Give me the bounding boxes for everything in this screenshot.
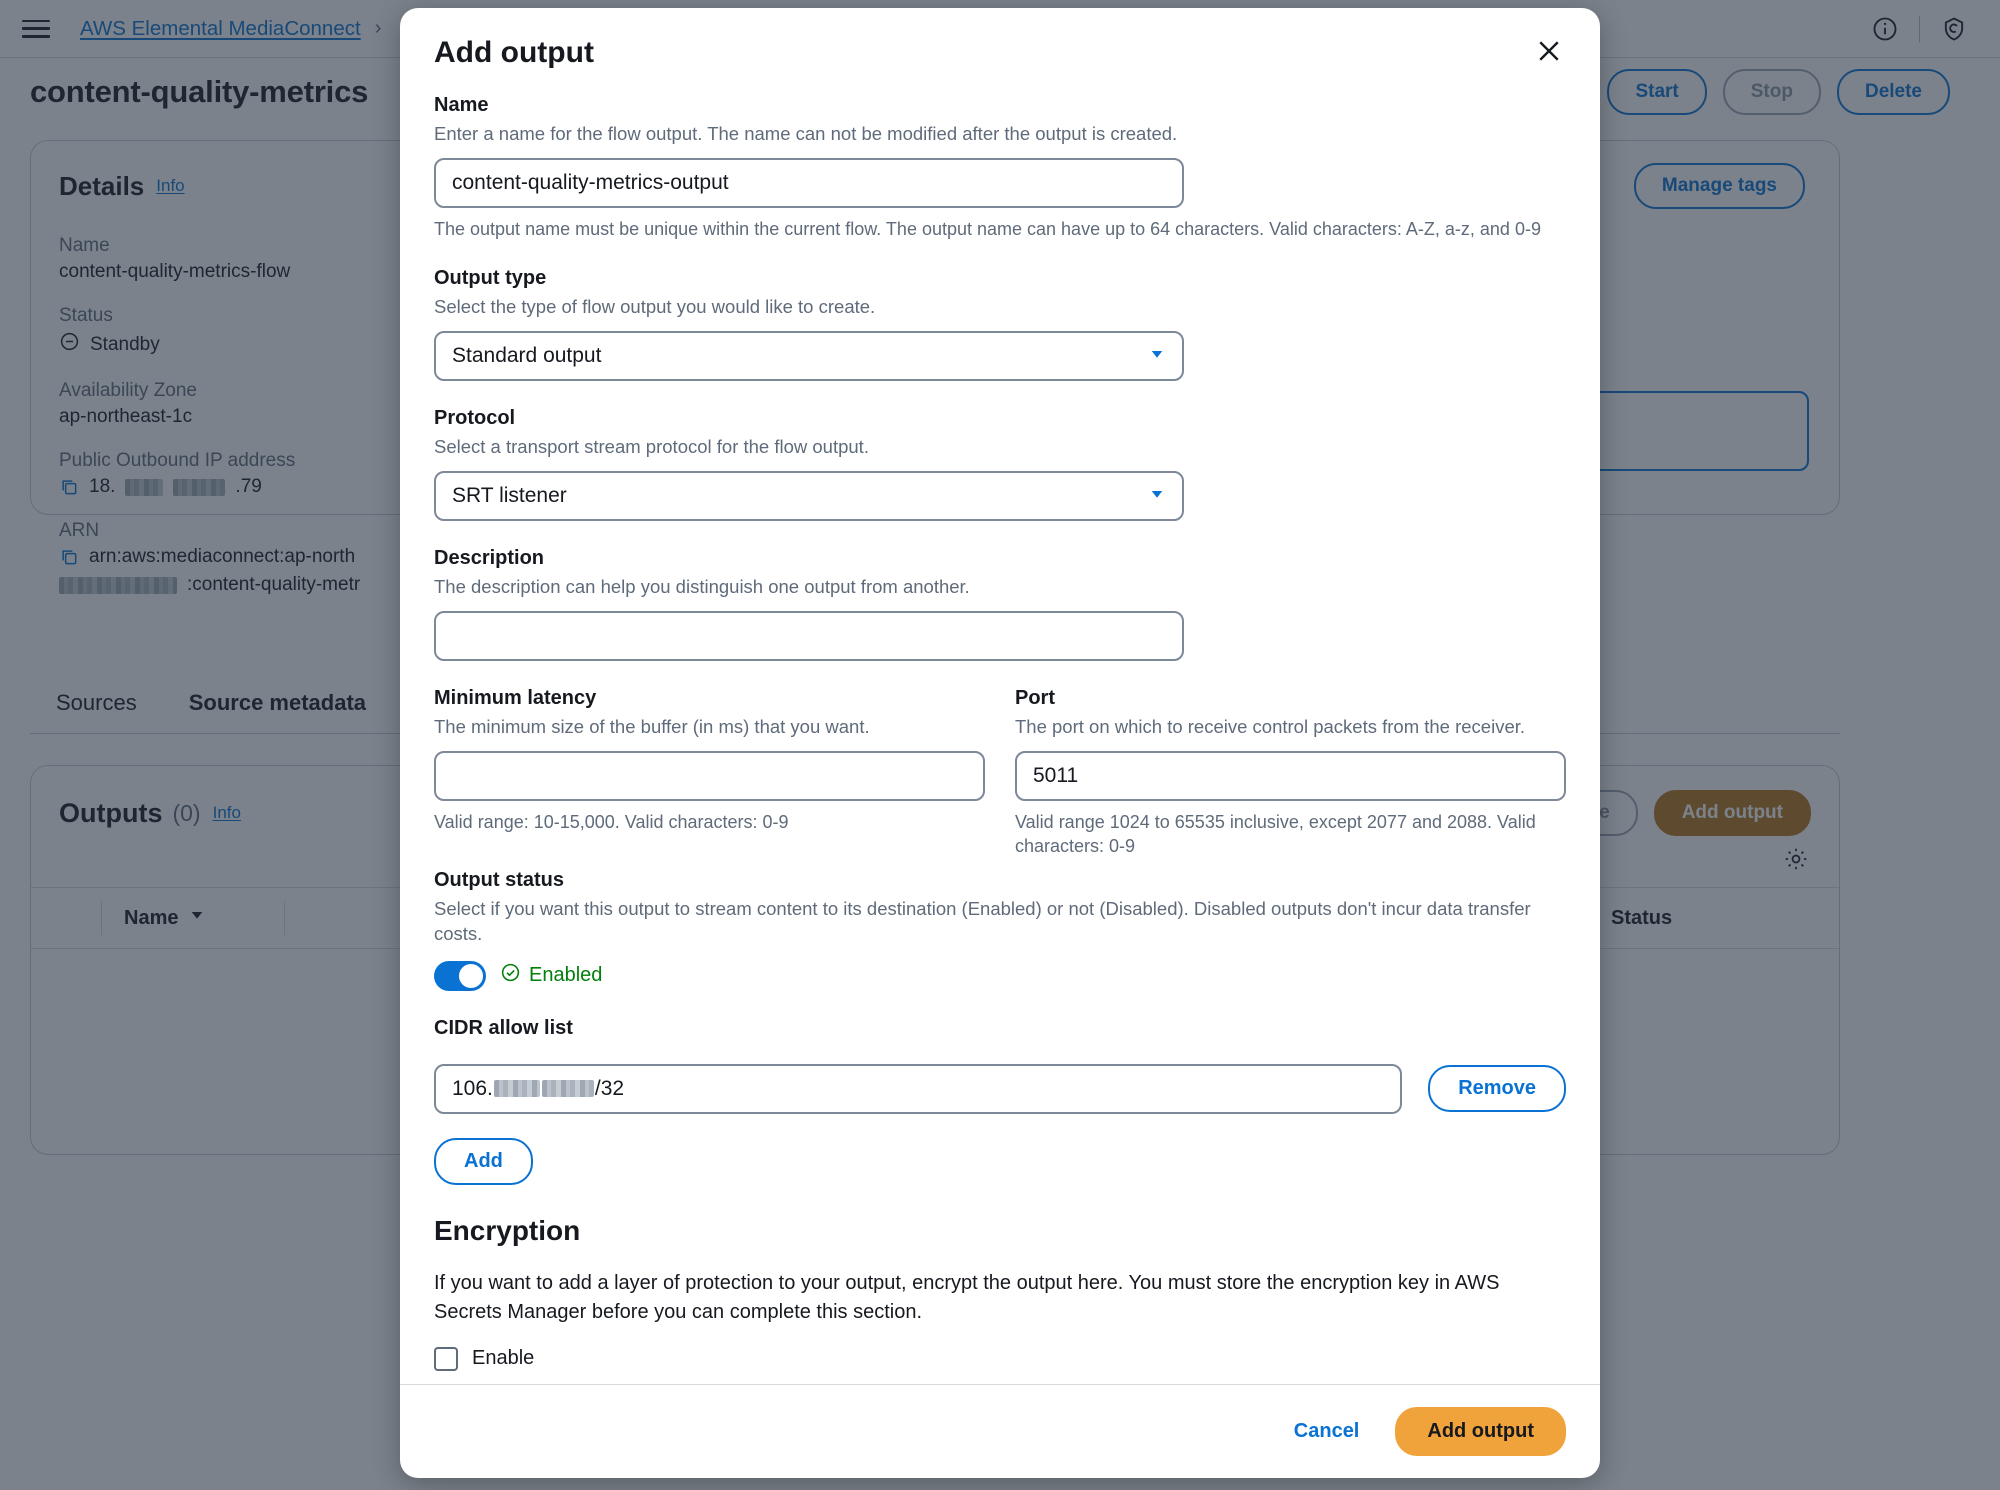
port-hint: Valid range 1024 to 65535 inclusive, exc…	[1015, 812, 1536, 857]
output-status-toggle[interactable]	[434, 960, 486, 991]
output-type-value: Standard output	[452, 344, 602, 368]
field-output-type: Output type Select the type of flow outp…	[434, 267, 1566, 382]
field-protocol: Protocol Select a transport stream proto…	[434, 407, 1566, 522]
modal-title: Add output	[434, 36, 594, 69]
port-value: 5011	[1033, 764, 1079, 788]
cidr-value-prefix: 106.	[452, 1076, 493, 1100]
redacted-octet	[493, 1080, 540, 1098]
port-description: The port on which to receive control pac…	[1015, 716, 1526, 738]
port-label: Port	[1015, 687, 1055, 710]
output-type-label: Output type	[434, 267, 547, 290]
redacted-octet	[541, 1080, 594, 1098]
minimum-latency-hint: Valid range: 10-15,000. Valid characters…	[434, 812, 789, 833]
description-input[interactable]	[434, 611, 1184, 662]
protocol-description: Select a transport stream protocol for t…	[434, 436, 869, 458]
name-input[interactable]: content-quality-metrics-output	[434, 157, 1184, 208]
protocol-value: SRT listener	[452, 484, 567, 508]
section-encryption: Encryption If you want to add a layer of…	[434, 1215, 1566, 1371]
encryption-enable-row: Enable	[434, 1346, 1566, 1371]
cidr-add-button[interactable]: Add	[434, 1137, 533, 1185]
chevron-down-icon	[1148, 485, 1166, 508]
description-description: The description can help you distinguish…	[434, 576, 970, 598]
field-minimum-latency: Minimum latency The minimum size of the …	[434, 687, 985, 859]
cidr-remove-button[interactable]: Remove	[1428, 1065, 1566, 1113]
field-port: Port The port on which to receive contro…	[1015, 687, 1566, 859]
output-status-state-text: Enabled	[529, 964, 603, 987]
encryption-enable-label: Enable	[472, 1347, 535, 1370]
chevron-down-icon	[1148, 345, 1166, 368]
field-output-status: Output status Select if you want this ou…	[434, 869, 1566, 991]
latency-port-row: Minimum latency The minimum size of the …	[434, 687, 1566, 859]
modal-body: Name Enter a name for the flow output. T…	[400, 70, 1600, 1384]
modal-footer: Cancel Add output	[400, 1384, 1600, 1478]
field-description: Description The description can help you…	[434, 547, 1566, 662]
cancel-button[interactable]: Cancel	[1284, 1410, 1370, 1453]
name-input-value: content-quality-metrics-output	[452, 170, 729, 194]
output-status-description: Select if you want this output to stream…	[434, 897, 1531, 944]
encryption-heading: Encryption	[434, 1214, 581, 1246]
output-status-toggle-row: Enabled	[434, 960, 1566, 991]
cidr-allow-list-label: CIDR allow list	[434, 1016, 573, 1039]
protocol-label: Protocol	[434, 407, 516, 430]
output-status-state: Enabled	[500, 962, 602, 989]
modal-header: Add output	[400, 8, 1600, 70]
submit-add-output-button[interactable]: Add output	[1395, 1407, 1566, 1456]
cidr-entry-row: 106. /32 Remove	[434, 1063, 1566, 1114]
output-type-description: Select the type of flow output you would…	[434, 296, 876, 318]
minimum-latency-description: The minimum size of the buffer (in ms) t…	[434, 716, 870, 738]
description-label: Description	[434, 547, 545, 570]
field-cidr-allow-list: CIDR allow list 106. /32 Remove Add	[434, 1017, 1566, 1185]
name-hint: The output name must be unique within th…	[434, 218, 1541, 239]
field-name: Name Enter a name for the flow output. T…	[434, 94, 1566, 241]
name-label: Name	[434, 94, 489, 116]
encryption-paragraph: If you want to add a layer of protection…	[434, 1271, 1500, 1323]
close-x-icon[interactable]	[1528, 30, 1570, 72]
encryption-enable-checkbox[interactable]	[434, 1346, 458, 1371]
add-output-modal: Add output Name Enter a name for the flo…	[400, 8, 1600, 1478]
check-circle-icon	[500, 962, 521, 989]
minimum-latency-label: Minimum latency	[434, 687, 597, 710]
minimum-latency-input[interactable]	[434, 751, 985, 802]
protocol-select[interactable]: SRT listener	[434, 471, 1184, 522]
output-type-select[interactable]: Standard output	[434, 331, 1184, 382]
port-input[interactable]: 5011	[1015, 751, 1566, 802]
cidr-input[interactable]: 106. /32	[434, 1063, 1403, 1114]
cidr-value-suffix: /32	[594, 1076, 625, 1100]
name-description: Enter a name for the flow output. The na…	[434, 123, 1178, 144]
output-status-label: Output status	[434, 868, 564, 891]
